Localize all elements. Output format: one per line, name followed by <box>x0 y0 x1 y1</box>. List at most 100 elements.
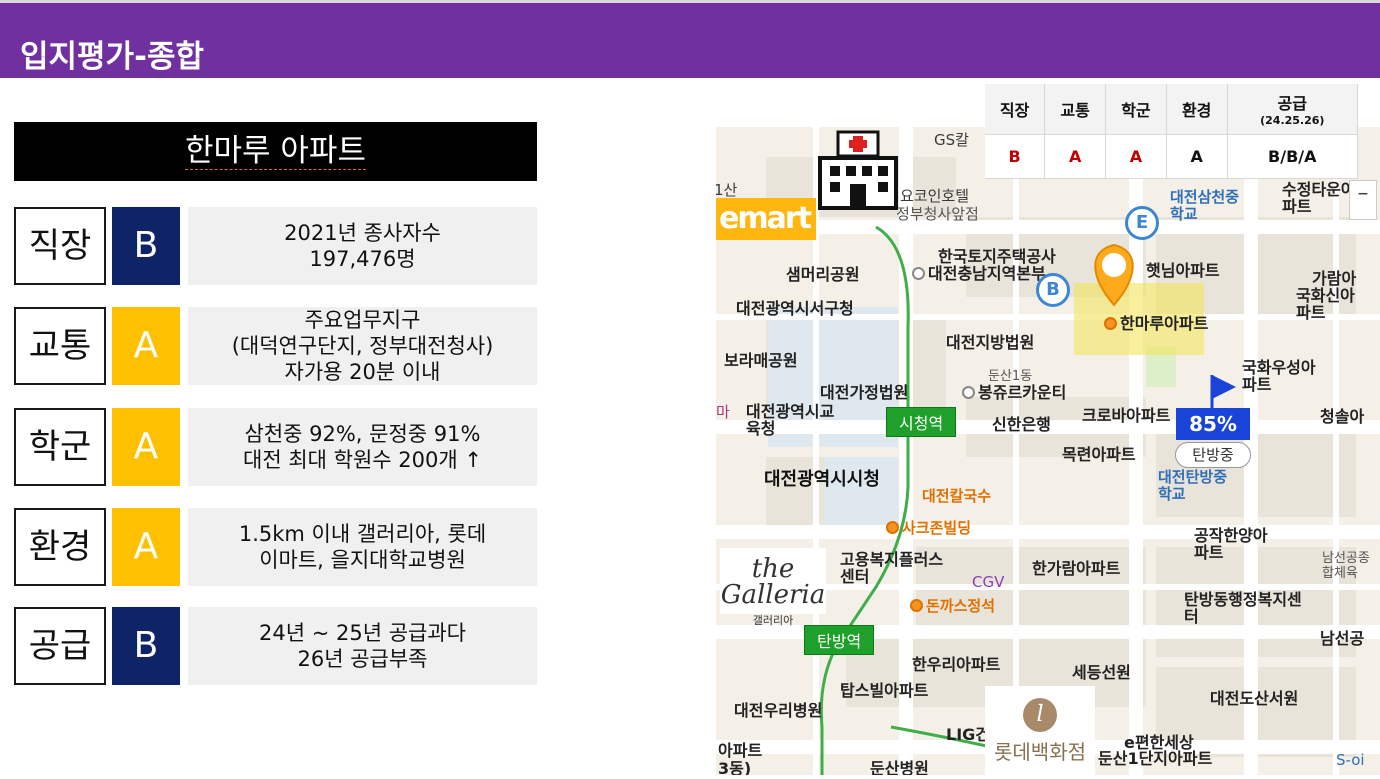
desc-line: 자가용 20분 이내 <box>284 360 441 384</box>
emart-logo: emart <box>716 198 816 240</box>
building-icon <box>912 267 925 280</box>
map-label: 탄방동행정복지센터 <box>1184 590 1302 626</box>
lotte-mark-icon: l <box>1023 698 1057 732</box>
grade-table-header: 공급 (24.25.26) <box>1227 84 1359 135</box>
map-label: 신한은행 <box>992 415 1051 434</box>
desc-line: 24년 ~ 25년 공급과다 <box>259 621 466 645</box>
map-label: 탑스빌아파트 <box>840 681 929 700</box>
desc-line: 26년 공급부족 <box>297 647 428 671</box>
desc-line: (대덕연구단지, 정부대전청사) <box>231 334 494 358</box>
map-label: 사크존빌딩 <box>886 517 971 538</box>
lotte-logo: l 롯데백화점 <box>985 686 1095 775</box>
row-school: 학군 A 삼천중 92%, 문정중 91% 대전 최대 학원수 200개 ↑ <box>14 408 537 486</box>
category-description: 1.5km 이내 갤러리아, 롯데 이마트, 을지대학교병원 <box>188 508 537 586</box>
grade-badge: A <box>112 408 180 486</box>
row-work: 직장 B 2021년 종사자수 197,476명 <box>14 207 537 285</box>
map-label: 대전삼천중학교 <box>1170 188 1240 223</box>
map-label: 돈까스정석 <box>910 595 995 616</box>
grade-table-cell: B/B/A <box>1227 134 1359 179</box>
grade-table-header: 학군 <box>1105 84 1167 135</box>
map-label: 대전광역시교육청 <box>746 402 835 438</box>
map-label: 남선공 <box>1320 629 1365 648</box>
map-label: 대전도산서원 <box>1210 689 1299 708</box>
map-label: 한마루아파트 <box>1104 310 1208 334</box>
map-label: 대전탄방중학교 <box>1158 468 1228 503</box>
map-label: 청솔아 <box>1320 407 1365 426</box>
map-label: 한가람아파트 <box>1032 559 1121 578</box>
grade-table-value-row: B A A A B/B/A <box>985 134 1359 179</box>
row-supply: 공급 B 24년 ~ 25년 공급과다 26년 공급부족 <box>14 607 537 685</box>
map-label: 3동) <box>718 759 752 775</box>
grade-badge: B <box>112 607 180 685</box>
category-description: 주요업무지구 (대덕연구단지, 정부대전청사) 자가용 20분 이내 <box>188 307 537 385</box>
map-label: 대전지방법원 <box>946 333 1035 352</box>
map-label: 마 <box>716 403 730 421</box>
zoom-out-button[interactable]: – <box>1349 180 1377 220</box>
map-label: 남선공종합체육 <box>1322 551 1370 581</box>
apartment-title: 한마루 아파트 <box>14 122 537 181</box>
map-label: 공작한양아파트 <box>1194 526 1268 562</box>
map-label: 대전우리병원 <box>734 701 823 720</box>
category-description: 2021년 종사자수 197,476명 <box>188 207 537 285</box>
desc-line: 삼천중 92%, 문정중 91% <box>244 422 481 446</box>
grade-table-cell: A <box>1166 134 1228 179</box>
category-label: 공급 <box>14 607 106 685</box>
galleria-logo-text: the Galleria <box>720 554 826 610</box>
map-label: 고용복지플러스센터 <box>840 550 944 586</box>
category-description: 삼천중 92%, 문정중 91% 대전 최대 학원수 200개 ↑ <box>188 408 537 486</box>
grade-table-header-row: 직장 교통 학군 환경 공급 (24.25.26) <box>985 84 1359 135</box>
restaurant-icon <box>886 521 899 534</box>
map-label: 정부청사앞점 <box>896 205 979 223</box>
map-label: 대전충남지역본부 <box>912 260 1046 284</box>
category-label: 환경 <box>14 508 106 586</box>
grade-table-header-text: 공급 <box>1277 94 1307 114</box>
map-label: 햇님아파트 <box>1146 261 1220 280</box>
map-label: 대전가정법원 <box>820 383 909 402</box>
map-label-text: 대전충남지역본부 <box>928 264 1046 283</box>
map-label: 1산 <box>716 181 738 199</box>
map-label: 샘머리공원 <box>786 265 860 284</box>
desc-line: 주요업무지구 <box>304 308 421 332</box>
hospital-icon <box>812 130 904 210</box>
map-label: 대전광역시서구청 <box>736 299 854 318</box>
desc-line: 197,476명 <box>309 247 416 271</box>
map-label: GS칼 <box>934 131 969 149</box>
grade-table-header-sub: (24.25.26) <box>1260 114 1325 128</box>
grade-badge: A <box>112 508 180 586</box>
grade-table: 직장 교통 학군 환경 공급 (24.25.26) B A A A B/B/A <box>985 84 1359 179</box>
map-label-text: 한마루아파트 <box>1120 314 1209 333</box>
row-transport: 교통 A 주요업무지구 (대덕연구단지, 정부대전청사) 자가용 20분 이내 <box>14 307 537 385</box>
school-pin-b-icon[interactable]: B <box>1036 273 1070 307</box>
category-description: 24년 ~ 25년 공급과다 26년 공급부족 <box>188 607 537 685</box>
map-label: S-oi <box>1336 751 1365 769</box>
map-label: CGV <box>972 573 1005 591</box>
desc-line: 2021년 종사자수 <box>284 221 441 245</box>
map-label: 둔산1단지아파트 <box>1098 749 1213 768</box>
restaurant-icon <box>910 599 923 612</box>
map-label: 봉쥬르카운티 <box>962 379 1066 403</box>
school-pin-e-icon[interactable]: E <box>1125 206 1159 240</box>
map-label: LIG건 <box>946 725 991 744</box>
grade-table-header: 환경 <box>1166 84 1228 135</box>
galleria-logo-sub: 갤러리아 <box>752 614 794 627</box>
grade-table-cell: A <box>1044 134 1107 179</box>
apartment-name: 한마루 아파트 <box>185 133 366 170</box>
building-icon <box>962 386 975 399</box>
map-label: 국화우성아파트 <box>1242 358 1316 394</box>
grade-table-cell: B <box>985 134 1046 179</box>
desc-line: 이마트, 을지대학교병원 <box>259 548 466 572</box>
tanbang-school-pill[interactable]: 탄방중 <box>1175 442 1251 468</box>
grade-badge: B <box>112 207 180 285</box>
map-label: 목련아파트 <box>1062 445 1136 464</box>
header-bar: 입지평가-종합 <box>0 0 1380 78</box>
map-label: 국화신아파트 <box>1296 286 1355 322</box>
map-label-text: 돈까스정석 <box>926 597 996 615</box>
category-label: 교통 <box>14 307 106 385</box>
map-label: 대전광역시시청 <box>764 469 880 490</box>
desc-line: 대전 최대 학원수 200개 ↑ <box>243 448 482 472</box>
grade-badge: A <box>112 307 180 385</box>
station-city-hall[interactable]: 시청역 <box>886 407 957 437</box>
map-label: 크로바아파트 <box>1082 406 1171 425</box>
category-label: 직장 <box>14 207 106 285</box>
map-label: 한우리아파트 <box>912 655 1001 674</box>
